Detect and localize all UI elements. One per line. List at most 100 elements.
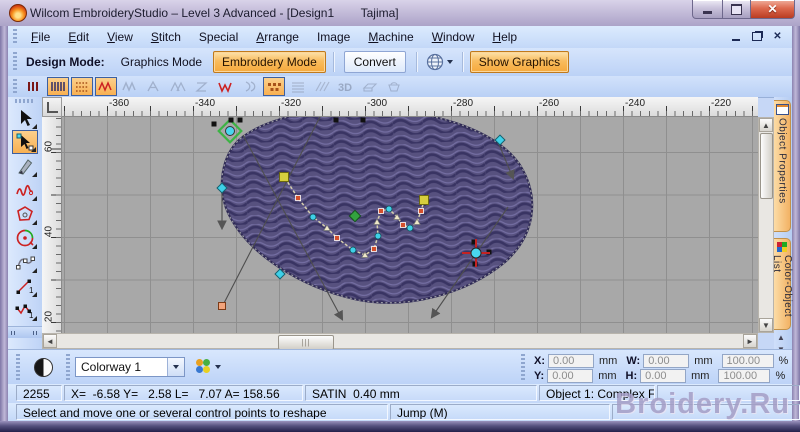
scale-x-field[interactable]: 100.00 [721, 353, 774, 368]
toolbar-grip[interactable] [13, 29, 17, 45]
mdi-close-button[interactable]: ✕ [769, 29, 786, 44]
current-function: Jump (M) [390, 404, 610, 420]
trapunto-icon[interactable] [359, 77, 381, 96]
scroll-up-icon[interactable]: ▲ [759, 118, 773, 132]
mdi-window-controls: ✕ [727, 29, 786, 44]
ruler-origin-button[interactable] [42, 97, 62, 117]
triple-run-icon[interactable] [167, 77, 189, 96]
y-field[interactable]: 0.00 [547, 368, 594, 383]
mdi-minimize-button[interactable] [727, 29, 744, 44]
toolbar-grip[interactable] [16, 354, 20, 380]
horizontal-scroll-thumb[interactable]: ||| [278, 335, 334, 350]
toolbar-grip[interactable] [13, 52, 17, 72]
guide-end-marker[interactable] [218, 302, 226, 310]
menu-arrange[interactable]: Arrange [247, 28, 308, 46]
3d-effect-icon[interactable]: 3D [335, 77, 357, 96]
scale-y-field[interactable]: 100.00 [718, 368, 771, 383]
ruler-label: -260 [539, 98, 560, 109]
horizontal-scrollbar[interactable]: ◄ ||| ► [42, 333, 758, 350]
stitch-count: 2255 [16, 385, 62, 401]
bottom-toolbar: Colorway 1 X: 0.00 mm W: 0.00 mm 100.00 … [8, 349, 792, 384]
dropdown-caret-icon [215, 364, 221, 369]
freehand-embroidery-tool[interactable] [12, 178, 38, 202]
select-tool[interactable] [12, 106, 38, 130]
design-canvas[interactable] [62, 117, 758, 333]
scroll-right-icon[interactable]: ► [743, 334, 757, 348]
design-properties-icon[interactable] [34, 358, 53, 377]
vertical-scroll-thumb[interactable] [760, 133, 773, 199]
h-label: H: [625, 369, 638, 382]
motif-fill-icon[interactable] [95, 77, 117, 96]
flexi-split-icon[interactable] [287, 77, 309, 96]
scroll-left-icon[interactable]: ◄ [43, 334, 57, 348]
back-run-icon[interactable] [143, 77, 165, 96]
menu-window[interactable]: Window [423, 28, 484, 46]
tab-object-properties[interactable]: Object Properties [774, 100, 791, 232]
knife-tool[interactable] [12, 154, 38, 178]
h-field[interactable]: 0.00 [640, 368, 687, 383]
hatch-fill-icon[interactable] [311, 77, 333, 96]
sculpture-run-icon[interactable] [191, 77, 213, 96]
hoop-globe-button[interactable] [421, 51, 458, 73]
w-field[interactable]: 0.00 [643, 353, 690, 368]
x-field[interactable]: 0.00 [548, 353, 594, 368]
unit-mm: mm [598, 369, 617, 382]
program-split-icon[interactable] [263, 77, 285, 96]
toolbar-grip[interactable] [14, 99, 36, 103]
toolbox-overflow[interactable] [8, 326, 42, 338]
ellipse-arc-tool[interactable] [12, 226, 38, 250]
close-button[interactable]: ✕ [750, 0, 795, 19]
reshape-tool[interactable] [12, 130, 38, 154]
complex-fill-object[interactable] [220, 117, 534, 304]
run-stitch-tool[interactable]: 1 [12, 274, 38, 298]
motif-run-line-tool[interactable]: 1 [12, 298, 38, 322]
percent-label: % [775, 369, 786, 382]
motif-run-icon[interactable] [215, 77, 237, 96]
menu-stitch[interactable]: Stitch [142, 28, 190, 46]
w-label: W: [626, 354, 641, 367]
toolbar-grip[interactable] [66, 354, 70, 380]
horizontal-ruler[interactable]: -360 -340 -320 -300 -280 -260 -240 -220 [62, 97, 758, 117]
menu-edit[interactable]: Edit [59, 28, 98, 46]
menu-view[interactable]: View [98, 28, 142, 46]
percent-label: % [778, 354, 789, 367]
graphics-mode-button[interactable]: Graphics Mode [113, 51, 210, 73]
mdi-restore-button[interactable] [748, 29, 765, 44]
show-graphics-button[interactable]: Show Graphics [469, 51, 570, 73]
complex-fill-tool[interactable] [12, 250, 38, 274]
title-bar[interactable]: Wilcom EmbroideryStudio – Level 3 Advanc… [0, 0, 800, 27]
menu-machine[interactable]: Machine [359, 28, 422, 46]
colorway-select[interactable]: Colorway 1 [75, 357, 185, 377]
window-border-left [0, 26, 8, 424]
thread-colors-button[interactable] [196, 359, 221, 374]
design-mode-label: Design Mode: [26, 55, 105, 69]
toolbar-grip[interactable] [521, 354, 525, 380]
ruler-label: -220 [711, 98, 732, 109]
embroidery-mode-button[interactable]: Embroidery Mode [213, 51, 326, 73]
zigzag-run-icon[interactable] [119, 77, 141, 96]
menu-special[interactable]: Special [190, 28, 247, 46]
entry-point-marker[interactable] [217, 118, 243, 144]
satin-fill-icon[interactable] [47, 77, 69, 96]
convert-button[interactable]: Convert [343, 51, 406, 73]
toolbar-grip[interactable] [13, 79, 17, 94]
window-title: Wilcom EmbroideryStudio – Level 3 Advanc… [30, 6, 399, 20]
unit-mm: mm [599, 354, 618, 367]
maximize-button[interactable] [723, 0, 750, 19]
menu-file[interactable]: File [22, 28, 59, 46]
thread-palette-icon [196, 359, 211, 374]
colorway-value: Colorway 1 [81, 360, 142, 374]
dropdown-button[interactable] [167, 358, 184, 376]
minimize-button[interactable] [692, 0, 723, 19]
tatami-fill-icon[interactable] [71, 77, 93, 96]
vertical-ruler[interactable]: 60 40 20 [42, 117, 62, 333]
tab-color-object-list[interactable]: Color-Object List [771, 238, 793, 330]
embroidery-design[interactable] [62, 117, 758, 333]
menu-help[interactable]: Help [483, 28, 526, 46]
menu-image[interactable]: Image [308, 28, 359, 46]
outline-stitch-icon[interactable] [23, 77, 45, 96]
menu-bar: File Edit View Stitch Special Arrange Im… [8, 26, 792, 49]
stumpwork-icon[interactable] [383, 77, 405, 96]
closed-object-tool[interactable] [12, 202, 38, 226]
column-stitch-icon[interactable] [239, 77, 261, 96]
